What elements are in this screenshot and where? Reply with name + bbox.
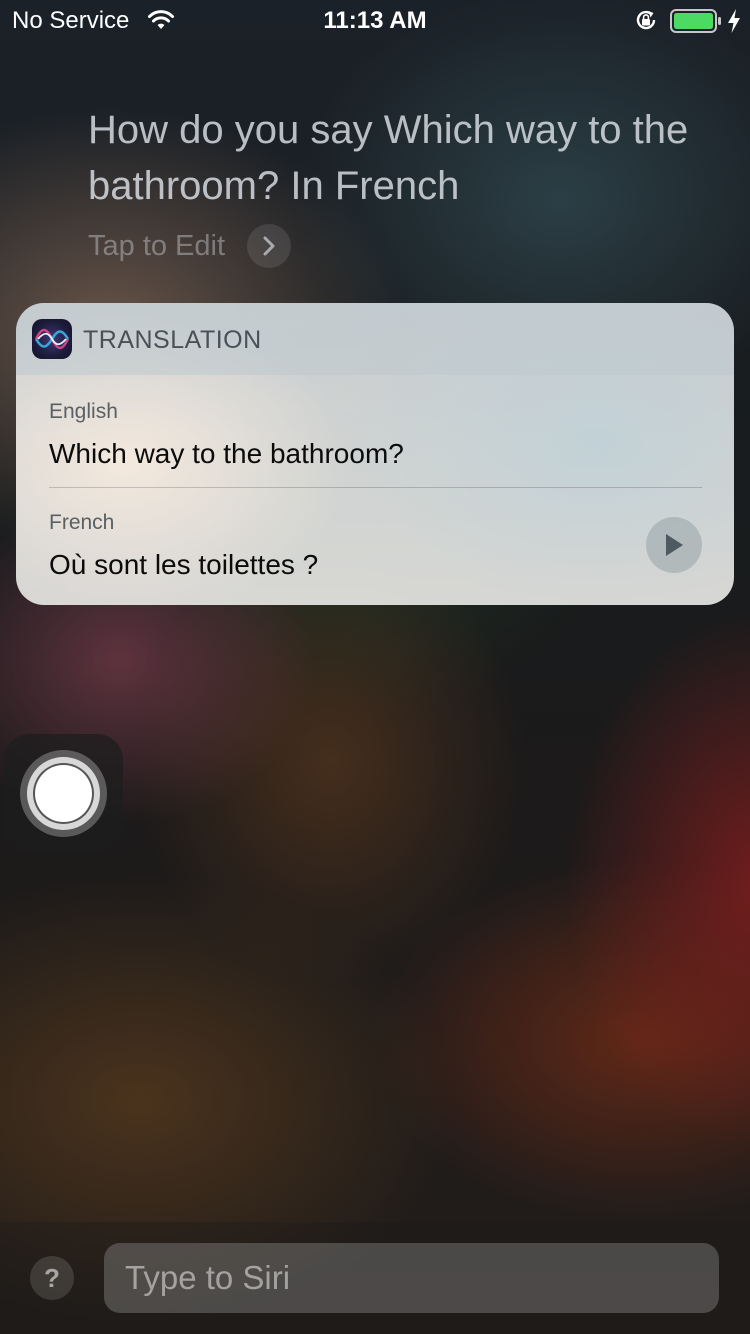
siri-query-text: How do you say Which way to the bathroom…	[88, 108, 689, 208]
assistive-touch-center	[35, 765, 92, 822]
tap-to-edit-label: Tap to Edit	[88, 229, 226, 262]
rotation-lock-icon	[636, 10, 656, 30]
source-language-label: English	[49, 400, 118, 423]
chevron-right-icon	[247, 224, 292, 268]
play-button[interactable]	[646, 517, 702, 573]
tap-to-edit-button[interactable]: Tap to Edit	[88, 224, 292, 268]
status-bar: No Service 11:13 AM	[0, 0, 750, 42]
siri-icon	[32, 319, 72, 359]
help-button[interactable]: ?	[30, 1256, 74, 1300]
divider	[49, 487, 702, 488]
source-phrase: Which way to the bathroom?	[49, 438, 404, 469]
battery-icon	[670, 9, 721, 33]
card-title: TRANSLATION	[83, 326, 262, 354]
target-phrase: Où sont les toilettes ?	[49, 549, 319, 580]
play-icon	[666, 534, 683, 556]
translation-card[interactable]: TRANSLATION English Which way to the bat…	[16, 303, 734, 605]
type-to-siri-input[interactable]: Type to Siri	[104, 1243, 719, 1313]
target-language-label: French	[49, 511, 115, 534]
assistive-touch-button[interactable]	[4, 734, 123, 853]
charging-icon	[728, 9, 740, 33]
